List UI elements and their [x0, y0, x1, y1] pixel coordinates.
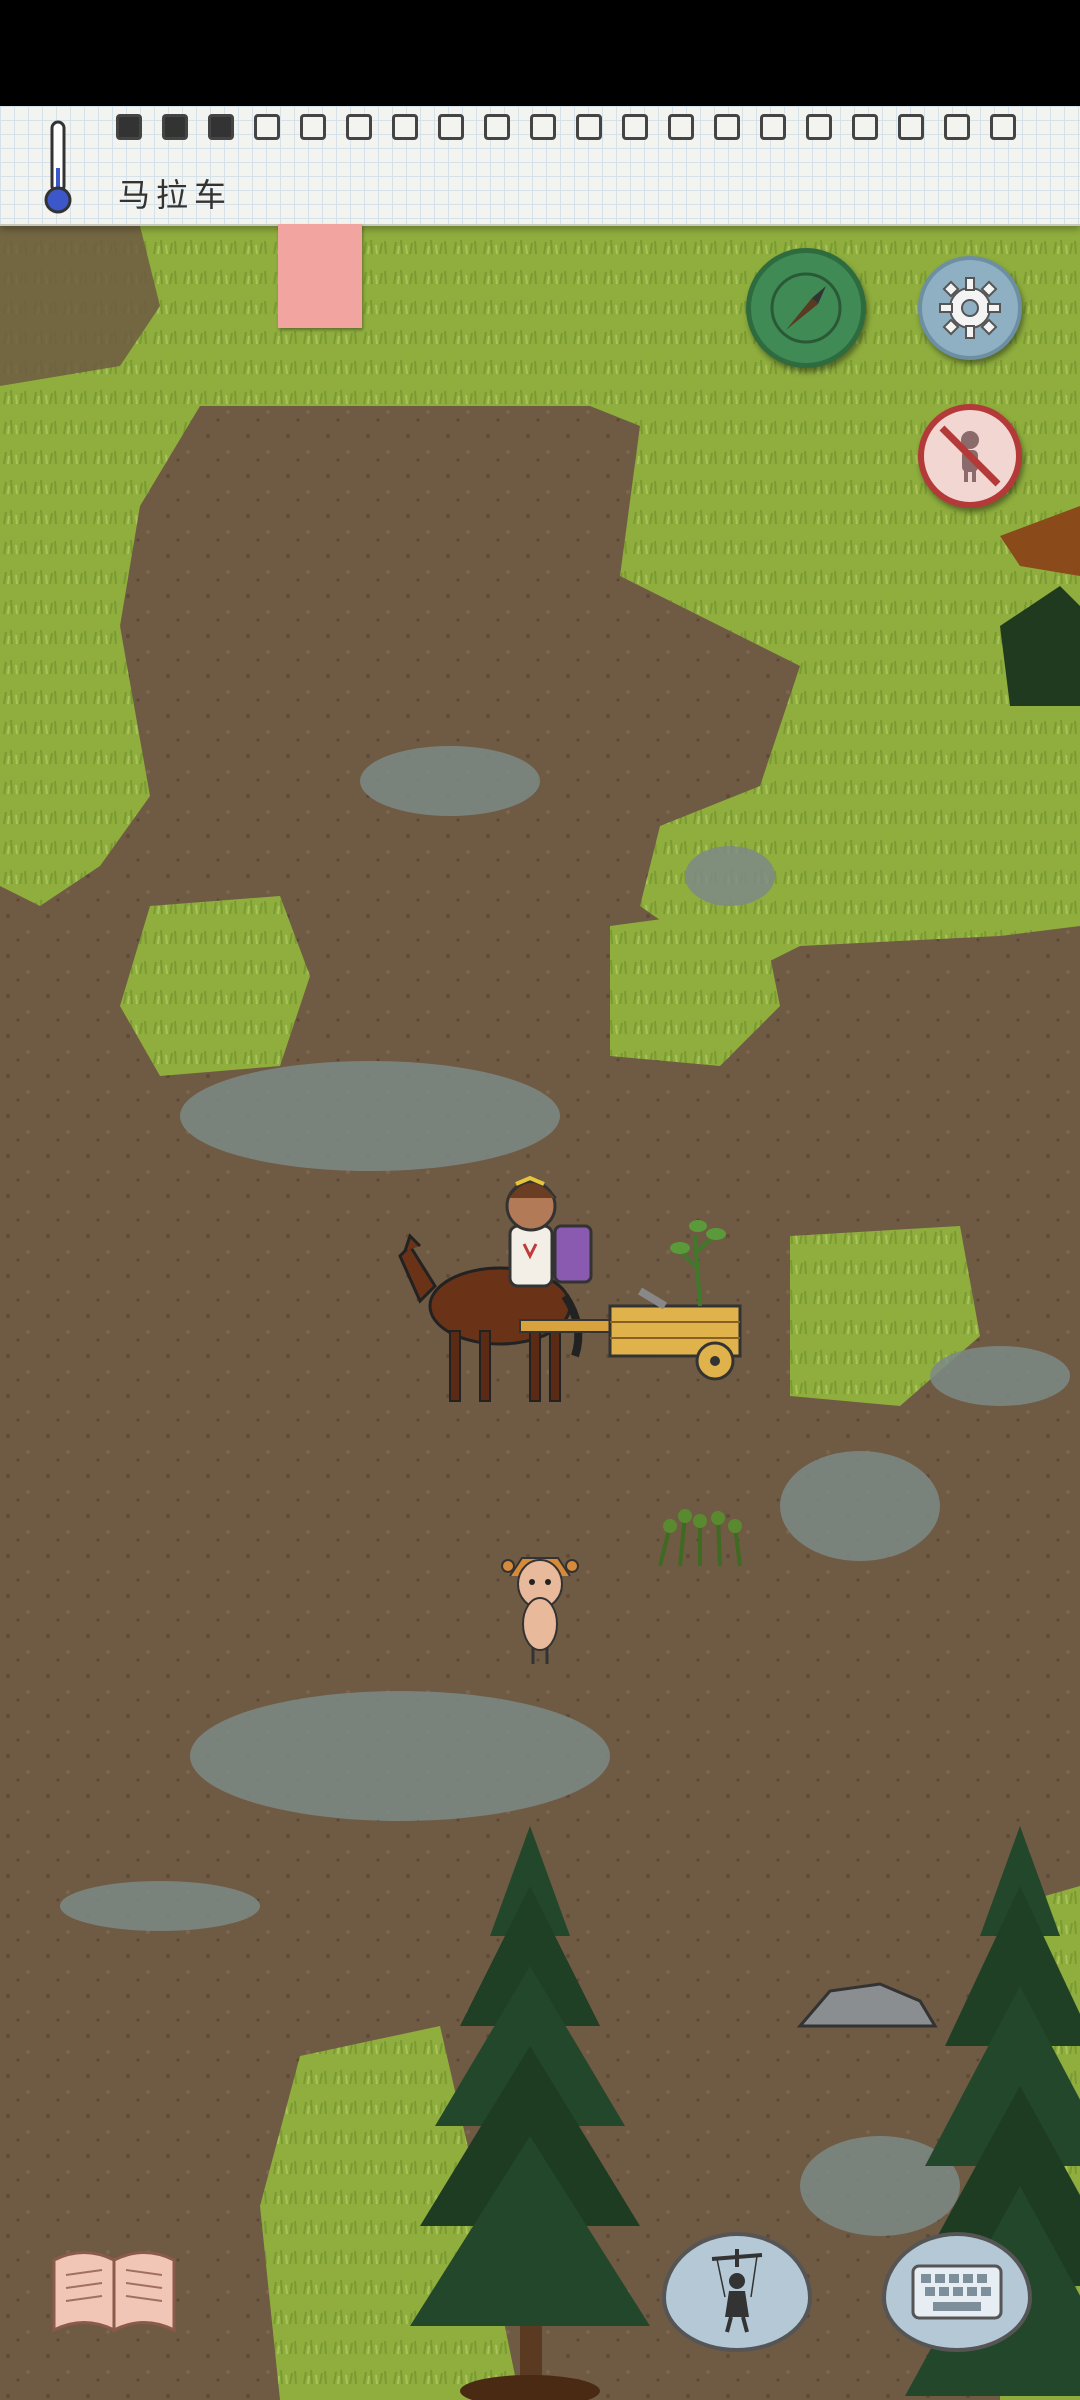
- chat-keyboard-button[interactable]: [882, 2232, 1032, 2352]
- food-pip: [116, 114, 142, 140]
- thermometer-icon: [44, 120, 72, 214]
- hud-notepad: 马拉车: [0, 106, 1080, 226]
- settings-button[interactable]: [918, 256, 1022, 360]
- food-pip: [254, 114, 280, 140]
- food-pip: [484, 114, 510, 140]
- puppet-icon: [711, 2249, 763, 2333]
- status-bar: [0, 0, 1080, 106]
- food-pip: [392, 114, 418, 140]
- tech-tree-book-button[interactable]: [44, 2240, 184, 2340]
- gear-icon: [939, 277, 1001, 339]
- keyboard-icon: [911, 2264, 1003, 2320]
- food-pip: [622, 114, 648, 140]
- food-pip: [530, 114, 556, 140]
- food-pip: [714, 114, 740, 140]
- hide-player-button[interactable]: [918, 404, 1022, 508]
- emote-puppet-button[interactable]: [662, 2232, 812, 2352]
- held-object-label: 马拉车: [118, 176, 233, 214]
- food-pip: [852, 114, 878, 140]
- food-pip: [162, 114, 188, 140]
- food-pip: [760, 114, 786, 140]
- food-pip: [898, 114, 924, 140]
- food-pip: [300, 114, 326, 140]
- food-pip: [668, 114, 694, 140]
- no-person-icon: [939, 425, 1001, 487]
- food-pip: [576, 114, 602, 140]
- hint-note[interactable]: [278, 224, 362, 328]
- food-meter: [116, 114, 1036, 154]
- food-pip: [944, 114, 970, 140]
- food-pip: [990, 114, 1016, 140]
- food-pip: [208, 114, 234, 140]
- food-pip: [346, 114, 372, 140]
- compass-button[interactable]: [746, 248, 866, 368]
- open-book-icon: [52, 2251, 176, 2333]
- game-screen: 马拉车: [0, 0, 1080, 2400]
- compass-icon: [770, 272, 842, 344]
- food-pip: [806, 114, 832, 140]
- food-pip: [438, 114, 464, 140]
